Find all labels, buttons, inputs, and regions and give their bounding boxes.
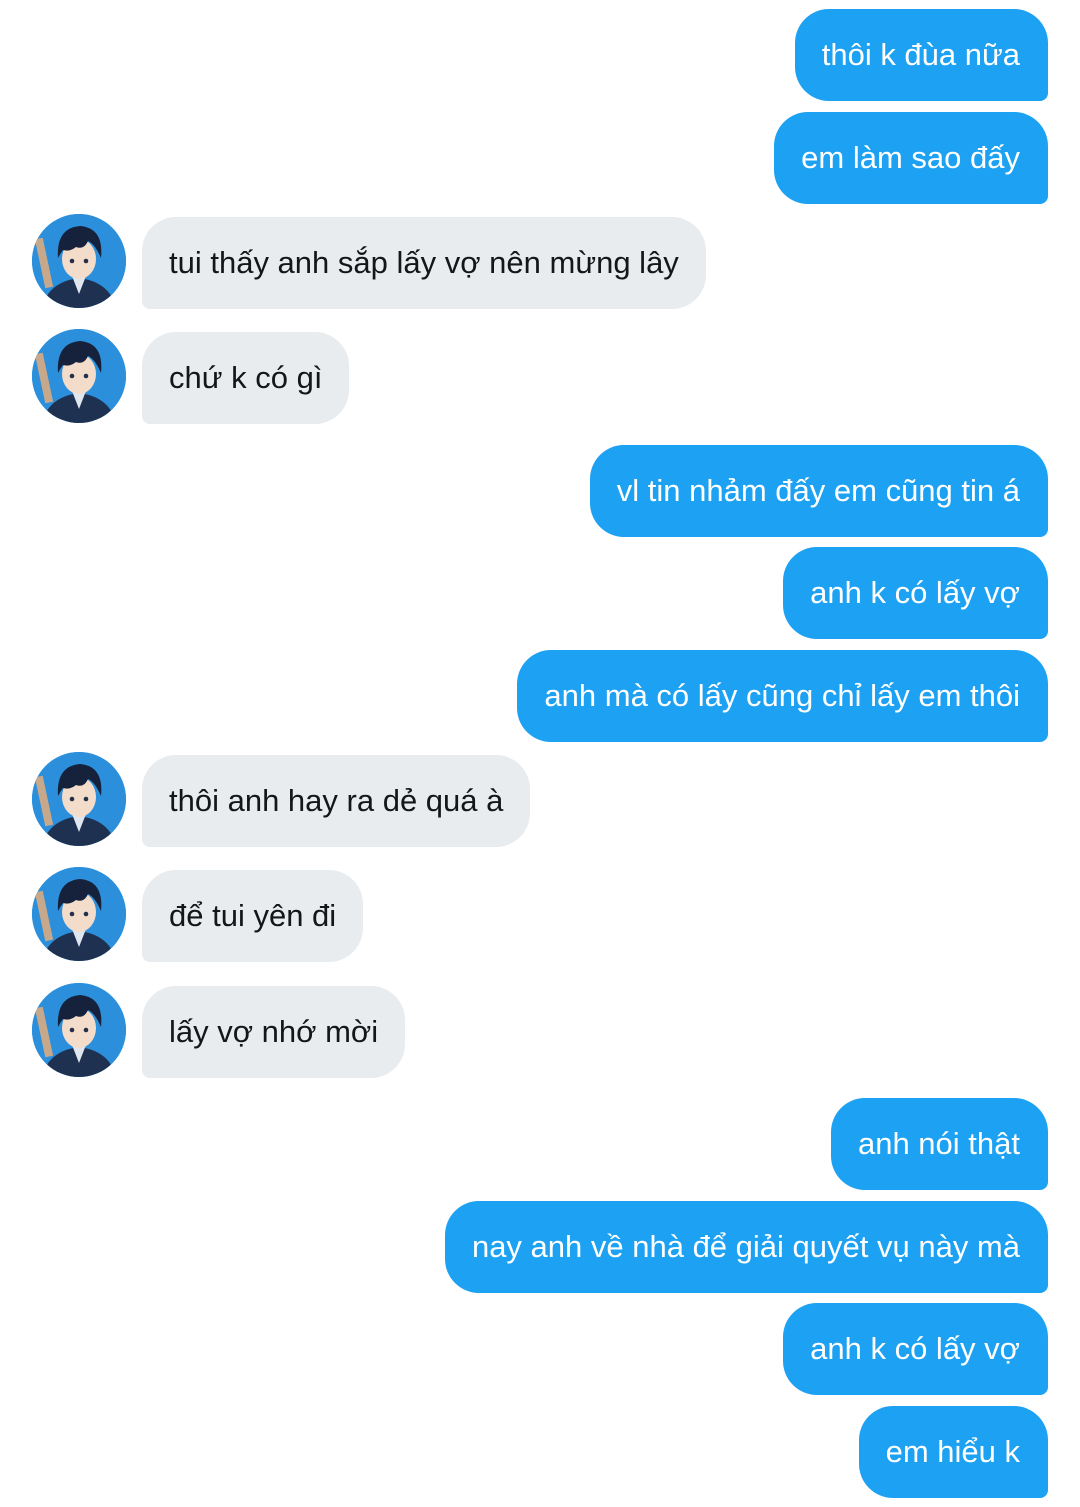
message-text: lấy vợ nhớ mời [169, 1014, 379, 1049]
outgoing-message-bubble[interactable]: em hiểu k [858, 1406, 1048, 1498]
outgoing-message-bubble[interactable]: nay anh về nhà để giải quyết vụ này mà [444, 1201, 1048, 1293]
incoming-message-bubble[interactable]: thôi anh hay ra dẻ quá à [142, 755, 531, 847]
message-text: thôi k đùa nữa [821, 37, 1020, 72]
contact-avatar-icon[interactable] [32, 214, 126, 308]
message-text: để tui yên đi [169, 898, 337, 933]
outgoing-message-bubble[interactable]: anh nói thật [830, 1098, 1048, 1190]
contact-avatar-icon[interactable] [32, 867, 126, 961]
contact-avatar-icon[interactable] [32, 329, 126, 423]
outgoing-message-bubble[interactable]: anh k có lấy vợ [783, 1303, 1048, 1395]
incoming-message-bubble[interactable]: tui thấy anh sắp lấy vợ nên mừng lây [142, 217, 706, 309]
incoming-message-bubble[interactable]: lấy vợ nhớ mời [142, 986, 406, 1078]
message-text: anh mà có lấy cũng chỉ lấy em thôi [544, 678, 1020, 713]
message-text: chứ k có gì [169, 360, 323, 395]
contact-avatar-icon[interactable] [32, 983, 126, 1077]
outgoing-message-bubble[interactable]: vl tin nhảm đấy em cũng tin á [589, 445, 1048, 537]
message-text: em hiểu k [885, 1434, 1020, 1469]
incoming-message-bubble[interactable]: để tui yên đi [142, 870, 364, 962]
message-text: vl tin nhảm đấy em cũng tin á [616, 473, 1020, 508]
contact-avatar-icon[interactable] [32, 752, 126, 846]
message-text: em làm sao đấy [801, 140, 1020, 175]
outgoing-message-bubble[interactable]: anh mà có lấy cũng chỉ lấy em thôi [517, 650, 1048, 742]
outgoing-message-bubble[interactable]: em làm sao đấy [774, 112, 1048, 204]
message-text: anh nói thật [857, 1126, 1020, 1161]
message-text: nay anh về nhà để giải quyết vụ này mà [471, 1229, 1020, 1264]
message-text: thôi anh hay ra dẻ quá à [169, 783, 504, 818]
message-text: anh k có lấy vợ [810, 575, 1020, 610]
message-text: anh k có lấy vợ [810, 1331, 1020, 1366]
outgoing-message-bubble[interactable]: thôi k đùa nữa [794, 9, 1048, 101]
message-text: tui thấy anh sắp lấy vợ nên mừng lây [169, 245, 679, 280]
incoming-message-bubble[interactable]: chứ k có gì [142, 332, 350, 424]
outgoing-message-bubble[interactable]: anh k có lấy vợ [783, 547, 1048, 639]
